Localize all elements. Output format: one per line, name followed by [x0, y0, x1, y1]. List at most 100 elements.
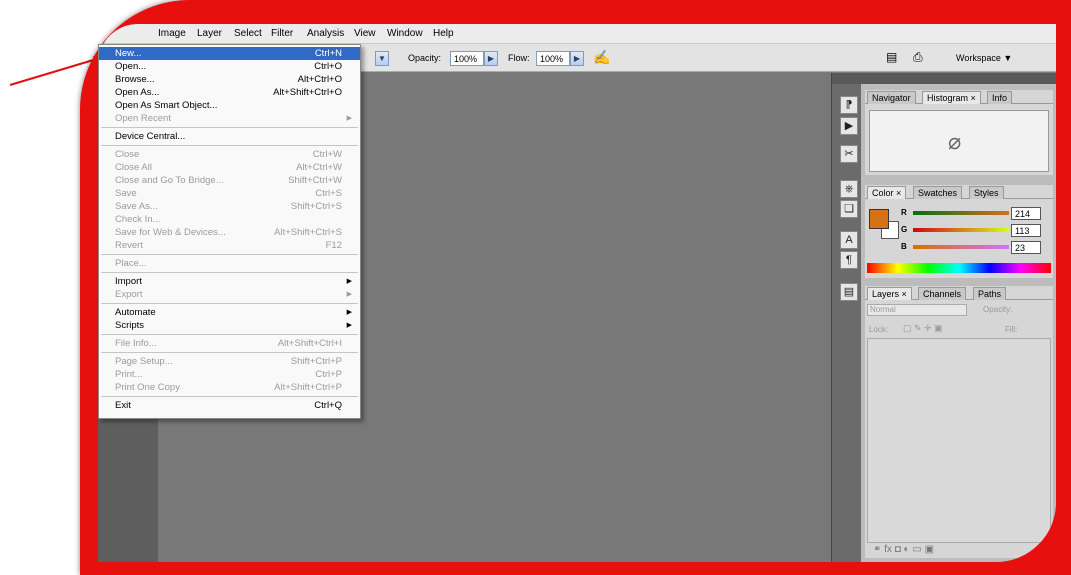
menu-item-scripts[interactable]: Scripts ▶: [99, 319, 360, 332]
g-slider[interactable]: [913, 228, 1009, 232]
menu-item-open-recent[interactable]: Open Recent ▶: [99, 112, 360, 125]
g-value-input[interactable]: 113: [1011, 224, 1041, 237]
b-value-input[interactable]: 23: [1011, 241, 1041, 254]
menu-view[interactable]: View: [354, 28, 376, 39]
g-label: G: [901, 225, 908, 234]
tab-histogram[interactable]: Histogram ×: [922, 91, 981, 104]
menu-help[interactable]: Help: [433, 28, 454, 39]
r-value-input[interactable]: 214: [1011, 207, 1041, 220]
menu-item-file-info[interactable]: File Info... Alt+Shift+Ctrl+I: [99, 337, 360, 350]
menu-item-import[interactable]: Import ▶: [99, 275, 360, 288]
panel-icon-strip: ⁋ ▶ ✂ ⎈ ❏ A ¶ ▤: [831, 73, 862, 562]
menu-item-export[interactable]: Export ▶: [99, 288, 360, 301]
airbrush-icon[interactable]: ✍: [593, 49, 610, 66]
menu-separator: [101, 127, 358, 128]
menu-item-save[interactable]: Save Ctrl+S: [99, 187, 360, 200]
menu-window[interactable]: Window: [387, 28, 423, 39]
layers-panel: Layers × Channels Paths Normal Opacity: …: [865, 286, 1053, 558]
menu-item-shortcut: Shift+Ctrl+P: [290, 356, 342, 367]
opacity-input[interactable]: 100%: [450, 51, 484, 66]
layers-opacity-label: Opacity:: [983, 305, 1013, 314]
mode-dropdown-button[interactable]: ▼: [375, 51, 389, 66]
clone-source-icon[interactable]: ⎈: [840, 180, 858, 198]
menu-item-shortcut: Ctrl+S: [315, 188, 342, 199]
b-slider[interactable]: [913, 245, 1009, 249]
color-panel: Color × Swatches Styles R 214 G 113 B 23: [865, 185, 1053, 278]
menu-item-shortcut: F12: [325, 240, 342, 251]
menu-item-shortcut: Alt+Shift+Ctrl+O: [273, 87, 342, 98]
brushes-icon[interactable]: ⁋: [840, 96, 858, 114]
opacity-slider-button[interactable]: ▶: [484, 51, 498, 66]
menu-select[interactable]: Select: [234, 28, 262, 39]
menu-analysis[interactable]: Analysis: [307, 28, 344, 39]
tool-presets-icon[interactable]: ✂: [840, 145, 858, 163]
workspace-button[interactable]: Workspace ▼: [956, 53, 1012, 63]
blend-mode-select[interactable]: Normal: [867, 304, 967, 316]
tab-color[interactable]: Color ×: [867, 186, 907, 199]
menu-item-print[interactable]: Print... Ctrl+P: [99, 368, 360, 381]
lock-icons[interactable]: ▢ ✎ ✛ ▣: [903, 323, 943, 334]
menu-item-shortcut: Ctrl+W: [312, 149, 342, 160]
menu-item-label: Revert: [115, 240, 143, 251]
menu-item-close-and-go-to-bridge[interactable]: Close and Go To Bridge... Shift+Ctrl+W: [99, 174, 360, 187]
tab-layers[interactable]: Layers ×: [867, 287, 912, 300]
menu-item-open-as-smart-object[interactable]: Open As Smart Object...: [99, 99, 360, 112]
menu-separator: [101, 272, 358, 273]
menu-item-close[interactable]: Close Ctrl+W: [99, 148, 360, 161]
b-label: B: [901, 242, 907, 251]
no-image-icon: ⌀: [948, 129, 962, 154]
paragraph-icon[interactable]: ¶: [840, 251, 858, 269]
layer-comps-icon[interactable]: ❏: [840, 200, 858, 218]
r-slider[interactable]: [913, 211, 1009, 215]
foreground-color-swatch[interactable]: [869, 209, 889, 229]
menu-item-device-central[interactable]: Device Central...: [99, 130, 360, 143]
character-icon[interactable]: A: [840, 231, 858, 249]
menu-item-print-one-copy[interactable]: Print One Copy Alt+Shift+Ctrl+P: [99, 381, 360, 394]
menu-item-shortcut: Shift+Ctrl+W: [288, 175, 342, 186]
panel-dock: Navigator Histogram × Info ⌀ Color × Swa…: [861, 73, 1056, 562]
notes-icon[interactable]: ▤: [840, 283, 858, 301]
menu-item-label: Open As...: [115, 87, 160, 98]
color-spectrum-ramp[interactable]: [867, 263, 1051, 273]
menu-image[interactable]: Image: [158, 28, 186, 39]
menu-filter[interactable]: Filter: [271, 28, 293, 39]
menu-item-revert[interactable]: Revert F12: [99, 239, 360, 252]
menu-item-save-as[interactable]: Save As... Shift+Ctrl+S: [99, 200, 360, 213]
menu-item-open-as[interactable]: Open As... Alt+Shift+Ctrl+O: [99, 86, 360, 99]
menu-item-open[interactable]: Open... Ctrl+O: [99, 60, 360, 73]
menu-item-shortcut: Shift+Ctrl+S: [290, 201, 342, 212]
file-browser-icon[interactable]: ▤: [886, 50, 897, 64]
tab-styles[interactable]: Styles: [969, 186, 1004, 199]
lock-label: Lock:: [869, 325, 889, 334]
menu-item-browse[interactable]: Browse... Alt+Ctrl+O: [99, 73, 360, 86]
tab-navigator[interactable]: Navigator: [867, 91, 916, 104]
tab-swatches[interactable]: Swatches: [913, 186, 963, 199]
tab-info[interactable]: Info: [987, 91, 1013, 104]
layer-footer-icons[interactable]: ⚭ fx ◘ ◐ ▭ ▣: [873, 544, 934, 555]
menu-item-label: Check In...: [115, 214, 161, 225]
bridge-icon[interactable]: ⎙: [913, 50, 923, 65]
menu-separator: [101, 145, 358, 146]
layers-list[interactable]: [867, 338, 1051, 543]
tab-channels[interactable]: Channels: [918, 287, 967, 300]
menu-item-save-for-web-devices[interactable]: Save for Web & Devices... Alt+Shift+Ctrl+…: [99, 226, 360, 239]
menu-item-exit[interactable]: Exit Ctrl+Q: [99, 399, 360, 412]
tab-paths[interactable]: Paths: [973, 287, 1007, 300]
menu-item-automate[interactable]: Automate ▶: [99, 306, 360, 319]
menu-item-label: File Info...: [115, 338, 157, 349]
menu-item-new[interactable]: New... Ctrl+N: [99, 47, 360, 60]
menu-item-label: Open As Smart Object...: [115, 100, 218, 111]
menu-item-shortcut: Alt+Shift+Ctrl+P: [274, 382, 342, 393]
menu-item-label: Print One Copy: [115, 382, 180, 393]
menu-item-place[interactable]: Place...: [99, 257, 360, 270]
menu-layer[interactable]: Layer: [197, 28, 222, 39]
actions-icon[interactable]: ▶: [840, 117, 858, 135]
submenu-arrow-icon: ▶: [346, 309, 352, 316]
flow-slider-button[interactable]: ▶: [570, 51, 584, 66]
menu-item-page-setup[interactable]: Page Setup... Shift+Ctrl+P: [99, 355, 360, 368]
menu-item-check-in[interactable]: Check In...: [99, 213, 360, 226]
menu-item-label: Save for Web & Devices...: [115, 227, 226, 238]
flow-input[interactable]: 100%: [536, 51, 570, 66]
submenu-arrow-icon: ▶: [346, 278, 352, 285]
menu-item-close-all[interactable]: Close All Alt+Ctrl+W: [99, 161, 360, 174]
